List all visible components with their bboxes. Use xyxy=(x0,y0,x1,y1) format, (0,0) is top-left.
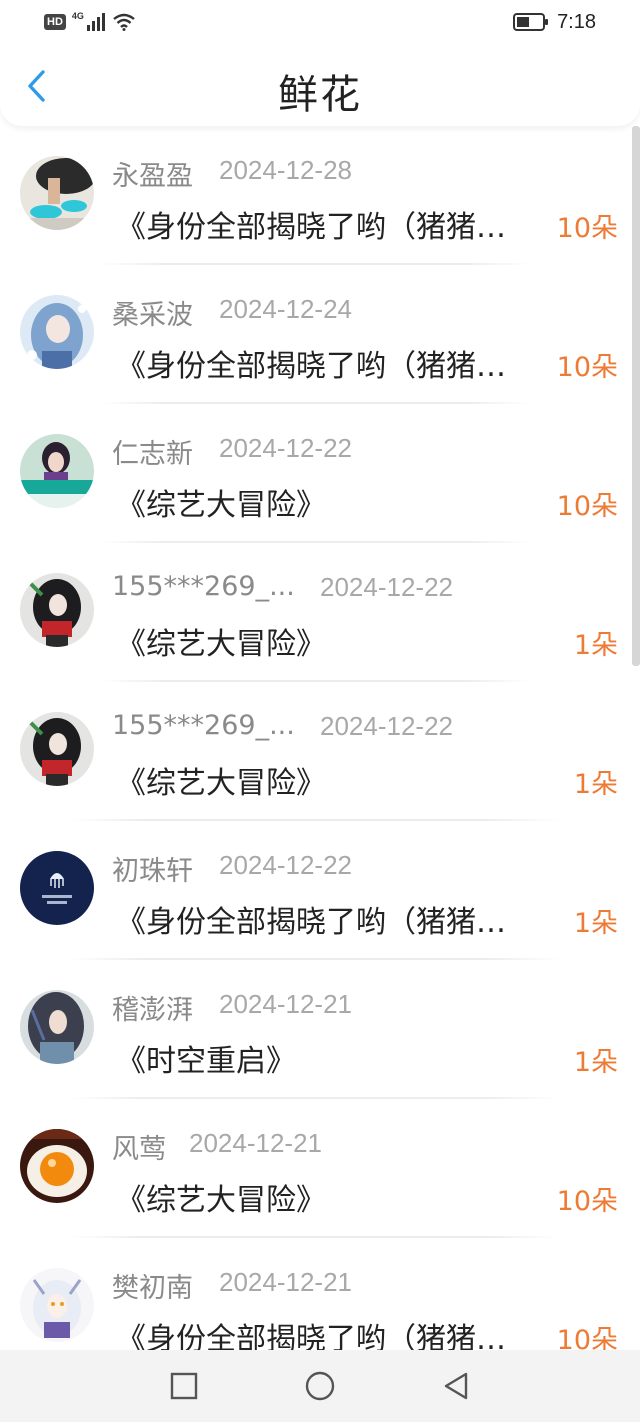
user-name: 风莺 xyxy=(112,1134,166,1165)
flower-count: 10朵 xyxy=(556,1186,618,1217)
status-bar: HD 4G 7:18 xyxy=(0,0,640,44)
avatar[interactable] xyxy=(20,851,94,925)
list-item[interactable]: 仁志新 2024-12-22 《综艺大冒险》 10朵 xyxy=(0,404,640,543)
user-name: 永盈盈 xyxy=(112,161,193,192)
user-name: 仁志新 xyxy=(112,439,193,470)
network-type: 4G xyxy=(71,11,84,21)
signal-icon xyxy=(86,13,105,31)
avatar[interactable] xyxy=(20,295,94,369)
book-title[interactable]: 《身份全部揭晓了哟（猪猪… xyxy=(116,897,556,941)
hd-badge: HD xyxy=(44,14,66,30)
circle-icon xyxy=(305,1371,335,1401)
avatar[interactable] xyxy=(20,156,94,230)
list-item[interactable]: 樊初南 2024-12-21 《身份全部揭晓了哟（猪猪… 10朵 xyxy=(0,1238,640,1350)
book-title[interactable]: 《身份全部揭晓了哟（猪猪… xyxy=(116,1314,556,1350)
list-item[interactable]: 风莺 2024-12-21 《综艺大冒险》 10朵 xyxy=(0,1099,640,1238)
user-name: 初珠轩 xyxy=(112,856,193,887)
list-item[interactable]: 稽澎湃 2024-12-21 《时空重启》 1朵 xyxy=(0,960,640,1099)
flower-count: 10朵 xyxy=(556,1325,618,1350)
flower-count: 10朵 xyxy=(556,213,618,244)
list-item[interactable]: 永盈盈 2024-12-28 《身份全部揭晓了哟（猪猪… 10朵 xyxy=(0,126,640,265)
system-nav-bar xyxy=(0,1350,640,1422)
book-title[interactable]: 《综艺大冒险》 xyxy=(116,480,556,524)
triangle-back-icon xyxy=(444,1372,468,1400)
page-title: 鲜花 xyxy=(278,72,362,118)
square-icon xyxy=(170,1372,198,1400)
user-name: 樊初南 xyxy=(112,1273,193,1304)
status-left: HD 4G xyxy=(44,10,136,34)
gift-date: 2024-12-21 xyxy=(219,989,352,1019)
flower-count: 10朵 xyxy=(556,491,618,522)
gift-date: 2024-12-22 xyxy=(320,572,453,602)
gift-date: 2024-12-28 xyxy=(219,155,352,185)
gift-date: 2024-12-21 xyxy=(219,1267,352,1297)
recent-apps-button[interactable] xyxy=(164,1366,204,1406)
avatar[interactable] xyxy=(20,1268,94,1342)
avatar[interactable] xyxy=(20,434,94,508)
list-item[interactable]: 155***269_... 2024-12-22 《综艺大冒险》 1朵 xyxy=(0,543,640,682)
status-right: 7:18 xyxy=(513,8,596,36)
header-bar: 鲜花 xyxy=(0,44,640,126)
user-name: 稽澎湃 xyxy=(112,995,193,1026)
clock: 7:18 xyxy=(557,10,596,33)
avatar[interactable] xyxy=(20,573,94,647)
system-back-button[interactable] xyxy=(436,1366,476,1406)
list-item[interactable]: 初珠轩 2024-12-22 《身份全部揭晓了哟（猪猪… 1朵 xyxy=(0,821,640,960)
list-item[interactable]: 155***269_... 2024-12-22 《综艺大冒险》 1朵 xyxy=(0,682,640,821)
avatar[interactable] xyxy=(20,1129,94,1203)
flower-count: 1朵 xyxy=(573,908,618,939)
wifi-icon xyxy=(113,13,135,31)
battery-icon xyxy=(513,13,549,31)
gift-date: 2024-12-21 xyxy=(189,1128,322,1158)
gift-date: 2024-12-22 xyxy=(219,433,352,463)
flower-count: 1朵 xyxy=(573,769,618,800)
list-item[interactable]: 桑采波 2024-12-24 《身份全部揭晓了哟（猪猪… 10朵 xyxy=(0,265,640,404)
scrollbar[interactable] xyxy=(632,126,640,666)
book-title[interactable]: 《身份全部揭晓了哟（猪猪… xyxy=(116,341,556,385)
gift-date: 2024-12-22 xyxy=(219,850,352,880)
flower-count: 1朵 xyxy=(573,1047,618,1078)
user-name: 155***269_... xyxy=(112,571,295,602)
gift-date: 2024-12-22 xyxy=(320,711,453,741)
book-title[interactable]: 《身份全部揭晓了哟（猪猪… xyxy=(116,202,556,246)
flower-count: 1朵 xyxy=(573,630,618,661)
avatar[interactable] xyxy=(20,990,94,1064)
book-title[interactable]: 《时空重启》 xyxy=(116,1036,556,1080)
book-title[interactable]: 《综艺大冒险》 xyxy=(116,758,556,802)
user-name: 桑采波 xyxy=(112,300,193,331)
avatar[interactable] xyxy=(20,712,94,786)
book-title[interactable]: 《综艺大冒险》 xyxy=(116,1175,556,1219)
flower-list: 永盈盈 2024-12-28 《身份全部揭晓了哟（猪猪… 10朵 桑采波 202… xyxy=(0,126,640,1350)
flower-count: 10朵 xyxy=(556,352,618,383)
home-button[interactable] xyxy=(300,1366,340,1406)
gift-date: 2024-12-24 xyxy=(219,294,352,324)
user-name: 155***269_... xyxy=(112,710,295,741)
book-title[interactable]: 《综艺大冒险》 xyxy=(116,619,556,663)
